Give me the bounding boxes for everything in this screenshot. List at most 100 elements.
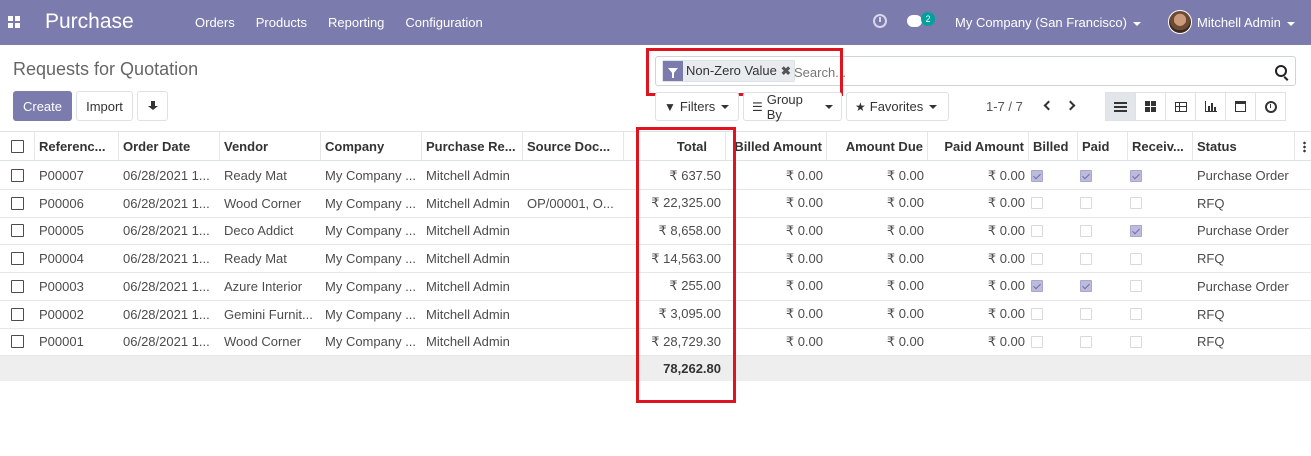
- row-select-checkbox[interactable]: [11, 335, 24, 349]
- cell-status: RFQ: [1197, 306, 1225, 322]
- col-received[interactable]: Receiv...: [1128, 132, 1193, 160]
- cell-source-document: [523, 217, 624, 244]
- export-all-button[interactable]: [137, 91, 168, 121]
- pivot-view-icon: [1174, 101, 1187, 112]
- row-select-cell: [0, 245, 35, 272]
- user-menu[interactable]: Mitchell Admin: [1197, 15, 1295, 30]
- paid-checkbox-cell: [1080, 162, 1100, 189]
- cell-amount-due: ₹ 0.00: [886, 278, 924, 294]
- cell-amount-due: ₹ 0.00: [886, 222, 924, 238]
- row-select-checkbox[interactable]: [11, 169, 24, 182]
- cell-order-date: 06/28/2021 1...: [123, 168, 210, 183]
- calendar-view-button[interactable]: [1225, 92, 1256, 121]
- optional-columns-icon[interactable]: [1303, 141, 1306, 153]
- row-select-checkbox[interactable]: [11, 307, 24, 321]
- import-button[interactable]: Import: [76, 91, 133, 121]
- breadcrumb-title: Requests for Quotation: [13, 59, 199, 79]
- graph-view-button[interactable]: [1195, 92, 1226, 121]
- received-checkbox: [1130, 335, 1142, 348]
- cell-vendor: Deco Addict: [224, 223, 294, 239]
- activity-view-button[interactable]: [1255, 92, 1286, 121]
- create-button[interactable]: Create: [13, 91, 72, 121]
- search-icon[interactable]: [1275, 65, 1287, 77]
- paid-checkbox: [1080, 335, 1092, 348]
- kanban-view-button[interactable]: [1135, 92, 1166, 121]
- cell-billed-amount: ₹ 0.00: [785, 167, 823, 183]
- col-paid-amount[interactable]: Paid Amount: [928, 132, 1029, 160]
- col-source-document[interactable]: Source Doc...: [523, 132, 624, 160]
- menu-item-reporting[interactable]: Reporting: [328, 15, 384, 30]
- messages-count-badge: 2: [921, 12, 935, 26]
- pager-value[interactable]: 1-7 / 7: [986, 99, 1023, 114]
- pager-previous-button[interactable]: [1041, 98, 1054, 114]
- col-vendor[interactable]: Vendor: [220, 132, 321, 160]
- billed-checkbox-cell: [1031, 273, 1051, 300]
- groupby-dropdown[interactable]: ☰ Group By: [743, 92, 842, 122]
- col-paid[interactable]: Paid: [1078, 132, 1128, 160]
- apps-menu-icon[interactable]: [8, 16, 20, 28]
- received-checkbox-cell: [1130, 162, 1150, 189]
- billed-checkbox: [1031, 252, 1043, 265]
- list-view-button[interactable]: [1105, 92, 1136, 121]
- row-select-checkbox[interactable]: [11, 252, 24, 266]
- cell-vendor: Ready Mat: [224, 168, 287, 183]
- col-reference[interactable]: Referenc...: [35, 132, 119, 160]
- col-billed-amount[interactable]: Billed Amount: [726, 132, 827, 160]
- kanban-view-icon: [1145, 101, 1156, 112]
- billed-checkbox-cell: [1031, 190, 1051, 217]
- filter-icon: ▼: [664, 99, 676, 114]
- col-order-date[interactable]: Order Date: [119, 132, 220, 160]
- pivot-view-button[interactable]: [1165, 92, 1196, 121]
- cell-reference: P00007: [39, 168, 84, 183]
- filters-dropdown[interactable]: ▼ Filters: [655, 92, 739, 121]
- messages-icon[interactable]: [907, 15, 922, 27]
- cell-reference: P00002: [39, 306, 84, 322]
- favorites-dropdown[interactable]: ★ Favorites: [846, 92, 949, 121]
- col-status[interactable]: Status: [1193, 132, 1295, 160]
- received-checkbox-cell: [1130, 328, 1150, 355]
- cell-paid-amount: ₹ 0.00: [987, 222, 1025, 238]
- cell-purchase-rep: Mitchell Admin: [426, 251, 510, 267]
- paid-checkbox: [1080, 197, 1092, 210]
- activity-clock-icon[interactable]: [873, 14, 887, 28]
- row-select-checkbox[interactable]: [11, 224, 24, 238]
- cell-purchase-rep: Mitchell Admin: [426, 195, 510, 211]
- col-amount-due[interactable]: Amount Due: [827, 132, 928, 160]
- user-avatar[interactable]: [1168, 10, 1192, 34]
- received-checkbox-cell: [1130, 245, 1150, 272]
- caret-down-icon: [721, 104, 730, 109]
- cell-billed-amount: ₹ 0.00: [785, 333, 823, 349]
- app-title[interactable]: Purchase: [45, 10, 134, 34]
- col-billed[interactable]: Billed: [1029, 132, 1078, 160]
- cell-billed-amount: ₹ 0.00: [785, 278, 823, 294]
- search-input[interactable]: [794, 63, 1274, 81]
- billed-checkbox-cell: [1031, 245, 1051, 272]
- cell-source-document: [523, 301, 624, 328]
- pager-next-button[interactable]: [1065, 98, 1079, 114]
- received-checkbox-cell: [1130, 190, 1150, 217]
- cell-order-date: 06/28/2021 1...: [123, 278, 210, 294]
- received-checkbox-cell: [1130, 217, 1150, 244]
- received-checkbox: [1130, 252, 1142, 265]
- cell-order-date: 06/28/2021 1...: [123, 223, 210, 239]
- user-name: Mitchell Admin: [1197, 15, 1281, 30]
- menu-item-configuration[interactable]: Configuration: [405, 15, 482, 30]
- row-select-checkbox[interactable]: [11, 196, 24, 210]
- select-all-checkbox[interactable]: [10, 139, 24, 153]
- row-select-checkbox[interactable]: [11, 279, 24, 293]
- calendar-view-icon: [1235, 101, 1246, 112]
- received-checkbox: [1130, 280, 1142, 293]
- cell-status: Purchase Order: [1197, 223, 1289, 239]
- menu-item-products[interactable]: Products: [256, 15, 307, 30]
- paid-checkbox-cell: [1080, 301, 1100, 328]
- company-switcher[interactable]: My Company (San Francisco): [955, 15, 1141, 30]
- cell-company: My Company ...: [325, 223, 417, 239]
- cell-amount-due: ₹ 0.00: [886, 250, 924, 266]
- col-company[interactable]: Company: [321, 132, 422, 160]
- received-checkbox: [1130, 169, 1142, 182]
- star-icon: ★: [855, 99, 866, 114]
- col-purchase-rep[interactable]: Purchase Re...: [422, 132, 523, 160]
- received-checkbox-cell: [1130, 273, 1150, 300]
- menu-item-orders[interactable]: Orders: [195, 15, 235, 30]
- main-menu: Orders Products Reporting Configuration: [195, 15, 504, 30]
